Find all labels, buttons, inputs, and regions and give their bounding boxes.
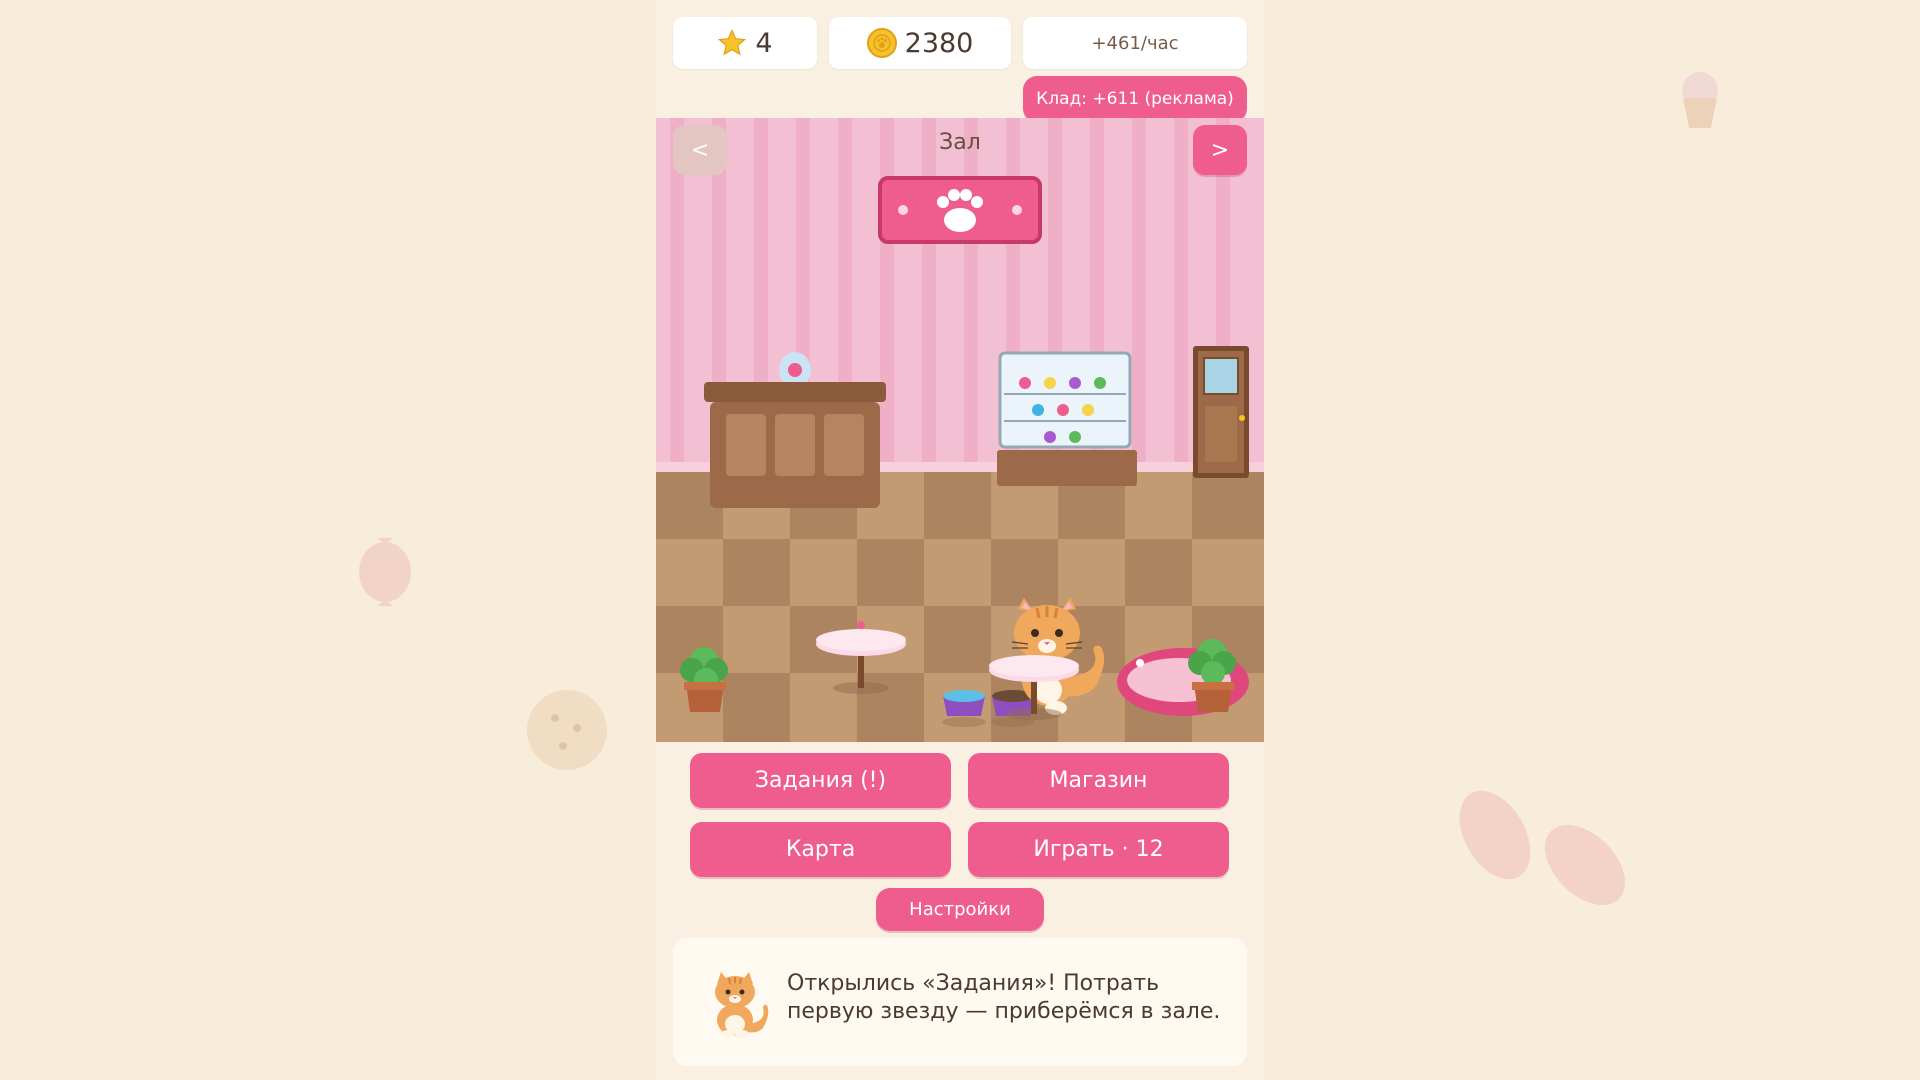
- coins-value: 2380: [904, 27, 974, 59]
- play-button[interactable]: Играть · 12: [968, 822, 1229, 877]
- stars-counter: 4: [673, 17, 817, 69]
- coins-counter: 2380: [829, 17, 1011, 69]
- treasure-ad-button[interactable]: Клад: +611 (реклама): [1023, 76, 1247, 122]
- hint-text: Открылись «Задания»! Потрать первую звез…: [787, 971, 1221, 1024]
- play-label: Играть · 12: [1033, 837, 1164, 862]
- next-room-label: >: [1210, 137, 1230, 163]
- prev-room-button[interactable]: <: [673, 125, 727, 175]
- star-icon: [718, 28, 747, 56]
- stars-value: 4: [755, 27, 773, 59]
- treasure-ad-label: Клад: +611 (реклама): [1036, 89, 1234, 109]
- candy-decoration-icon: [359, 538, 411, 606]
- prev-room-label: <: [690, 137, 710, 163]
- paw-sign-icon: [878, 176, 1042, 244]
- map-button[interactable]: Карта: [690, 822, 951, 877]
- map-label: Карта: [785, 837, 856, 862]
- macaron-decoration-icon: [1459, 790, 1626, 906]
- door-furniture: [1193, 346, 1249, 478]
- room-scene: [656, 118, 1264, 742]
- tasks-button[interactable]: Задания (!): [690, 753, 951, 808]
- cookie-decoration-icon: [527, 690, 607, 770]
- coin-icon: [866, 28, 897, 58]
- display-case-furniture: [997, 351, 1137, 486]
- shop-label: Магазин: [1049, 768, 1148, 793]
- shop-button[interactable]: Магазин: [968, 753, 1229, 808]
- tasks-label: Задания (!): [754, 768, 887, 793]
- cupcake-decoration-icon: [1682, 72, 1718, 128]
- settings-button[interactable]: Настройки: [876, 888, 1044, 931]
- hint-dialog: Открылись «Задания»! Потрать первую звез…: [673, 938, 1247, 1066]
- next-room-button[interactable]: >: [1193, 125, 1247, 175]
- room-illustration: [656, 118, 1264, 742]
- cat-icon: [715, 972, 769, 1038]
- room-title: Зал: [939, 130, 981, 155]
- income-rate: +461/час: [1023, 17, 1247, 69]
- income-rate-text: +461/час: [1091, 32, 1179, 54]
- settings-label: Настройки: [909, 899, 1011, 920]
